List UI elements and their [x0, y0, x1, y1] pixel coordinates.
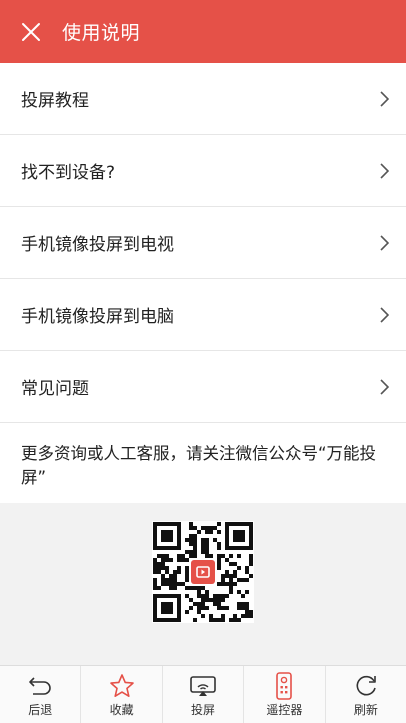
chevron-right-icon [380, 378, 389, 395]
menu-item-label: 常见问题 [21, 379, 89, 399]
wechat-qr-code [152, 521, 254, 623]
menu-item-label: 找不到设备? [21, 163, 116, 183]
refresh-icon [352, 672, 380, 700]
bottom-tab-bar: 后退 收藏 投屏 遥控器 刷新 [0, 665, 406, 723]
chevron-right-icon [380, 234, 389, 251]
chevron-right-icon [380, 90, 389, 107]
tv-logo-icon [189, 558, 217, 586]
menu-item-mirror-to-tv[interactable]: 手机镜像投屏到电视 [0, 207, 406, 279]
title-bar: 使用说明 [0, 0, 406, 63]
tab-favorite[interactable]: 收藏 [81, 666, 163, 723]
tab-label: 投屏 [191, 703, 216, 717]
help-menu: 投屏教程 找不到设备? 手机镜像投屏到电视 手机镜像投屏到电脑 常见问题 [0, 63, 406, 423]
wechat-notice: 更多资询或人工客服，请关注微信公众号“万能投屏” [0, 431, 406, 503]
close-icon [22, 22, 40, 41]
remote-icon [270, 672, 298, 700]
tab-remote[interactable]: 遥控器 [244, 666, 326, 723]
tab-cast[interactable]: 投屏 [163, 666, 245, 723]
tab-back[interactable]: 后退 [0, 666, 82, 723]
menu-item-cast-tutorial[interactable]: 投屏教程 [0, 63, 406, 135]
back-icon [26, 672, 54, 700]
menu-item-device-not-found[interactable]: 找不到设备? [0, 135, 406, 207]
tab-label: 收藏 [109, 703, 134, 717]
menu-item-label: 手机镜像投屏到电脑 [21, 307, 174, 327]
tab-refresh[interactable]: 刷新 [326, 666, 406, 723]
menu-item-faq[interactable]: 常见问题 [0, 351, 406, 423]
cast-icon [189, 672, 217, 700]
qr-section [0, 503, 406, 665]
close-button[interactable] [0, 0, 62, 63]
star-icon [108, 672, 136, 700]
tab-label: 遥控器 [266, 703, 303, 717]
chevron-right-icon [380, 306, 389, 323]
menu-item-mirror-to-pc[interactable]: 手机镜像投屏到电脑 [0, 279, 406, 351]
chevron-right-icon [380, 162, 389, 179]
page-title: 使用说明 [62, 22, 141, 44]
tab-label: 刷新 [353, 703, 378, 717]
menu-item-label: 投屏教程 [21, 91, 89, 111]
tab-label: 后退 [28, 703, 53, 717]
menu-item-label: 手机镜像投屏到电视 [21, 235, 174, 255]
